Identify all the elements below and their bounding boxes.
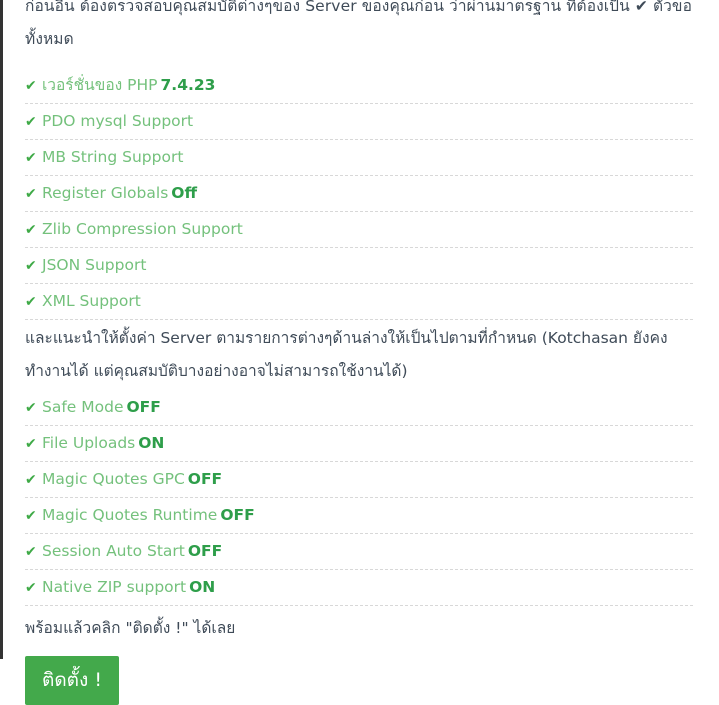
check-icon: ✔ [25, 78, 37, 94]
list-item: ✔ MB String Support [25, 140, 693, 176]
recommendation-note: และแนะนำให้ตั้งค่า Server ตามรายการต่างๆ… [25, 329, 668, 380]
requirement-label: Register Globals [42, 184, 169, 202]
setting-label: Session Auto Start [42, 542, 185, 560]
requirement-label: เวอร์ชั่นของ PHP [42, 76, 158, 94]
list-item: ✔ Safe Mode OFF [25, 390, 693, 426]
setting-value: OFF [220, 506, 255, 524]
ready-note: พร้อมแล้วคลิก "ติดตั้ง !" ได้เลย [25, 619, 236, 637]
install-button[interactable]: ติดตั้ง ! [25, 656, 119, 705]
setting-label: Native ZIP support [42, 578, 187, 596]
requirement-label: Zlib Compression Support [42, 220, 243, 238]
check-icon: ✔ [25, 508, 37, 524]
check-icon: ✔ [25, 436, 37, 452]
setting-value: ON [138, 434, 165, 452]
intro-clipped-line: ก่อนอื่น ต้องตรวจสอบคุณสมบัติต่างๆของ Se… [25, 0, 693, 15]
requirement-label: MB String Support [42, 148, 184, 166]
requirements-list: ✔ เวอร์ชั่นของ PHP 7.4.23 ✔ PDO mysql Suppo… [25, 68, 693, 320]
requirement-value: Off [171, 184, 197, 202]
check-icon: ✔ [25, 580, 37, 596]
setting-value: ON [189, 578, 216, 596]
setting-label: Magic Quotes GPC [42, 470, 185, 488]
list-item: ✔ XML Support [25, 284, 693, 320]
list-item: ✔ Native ZIP support ON [25, 570, 693, 606]
requirement-label: PDO mysql Support [42, 112, 194, 130]
list-item: ✔ File Uploads ON [25, 426, 693, 462]
check-icon: ✔ [25, 114, 37, 130]
setting-label: Magic Quotes Runtime [42, 506, 218, 524]
check-icon: ✔ [25, 186, 37, 202]
list-item: ✔ JSON Support [25, 248, 693, 284]
requirement-label: XML Support [42, 292, 141, 310]
check-icon: ✔ [25, 400, 37, 416]
list-item: ✔ เวอร์ชั่นของ PHP 7.4.23 [25, 68, 693, 104]
requirement-label: JSON Support [42, 256, 147, 274]
setting-label: File Uploads [42, 434, 136, 452]
settings-list: ✔ Safe Mode OFF ✔ File Uploads ON ✔ Magic Quo… [25, 390, 693, 606]
check-icon: ✔ [25, 472, 37, 488]
list-item: ✔ PDO mysql Support [25, 104, 693, 140]
requirement-value: 7.4.23 [160, 76, 216, 94]
setting-value: OFF [187, 542, 223, 560]
check-icon: ✔ [25, 258, 37, 274]
intro-line-2: ทั้งหมด [25, 30, 74, 48]
check-icon: ✔ [25, 544, 37, 560]
list-item: ✔ Zlib Compression Support [25, 212, 693, 248]
content-area: ก่อนอื่น ต้องตรวจสอบคุณสมบัติต่างๆของ Se… [25, 0, 693, 705]
list-item: ✔ Magic Quotes Runtime OFF [25, 498, 693, 534]
list-item: ✔ Magic Quotes GPC OFF [25, 462, 693, 498]
installer-requirements-page: ก่อนอื่น ต้องตรวจสอบคุณสมบัติต่างๆของ Se… [0, 0, 719, 705]
setting-value: OFF [126, 398, 161, 416]
setting-value: OFF [187, 470, 223, 488]
check-icon: ✔ [25, 150, 37, 166]
check-icon: ✔ [25, 294, 37, 310]
list-item: ✔ Register Globals Off [25, 176, 693, 212]
list-item: ✔ Session Auto Start OFF [25, 534, 693, 570]
check-icon: ✔ [25, 222, 37, 238]
setting-label: Safe Mode [42, 398, 124, 416]
